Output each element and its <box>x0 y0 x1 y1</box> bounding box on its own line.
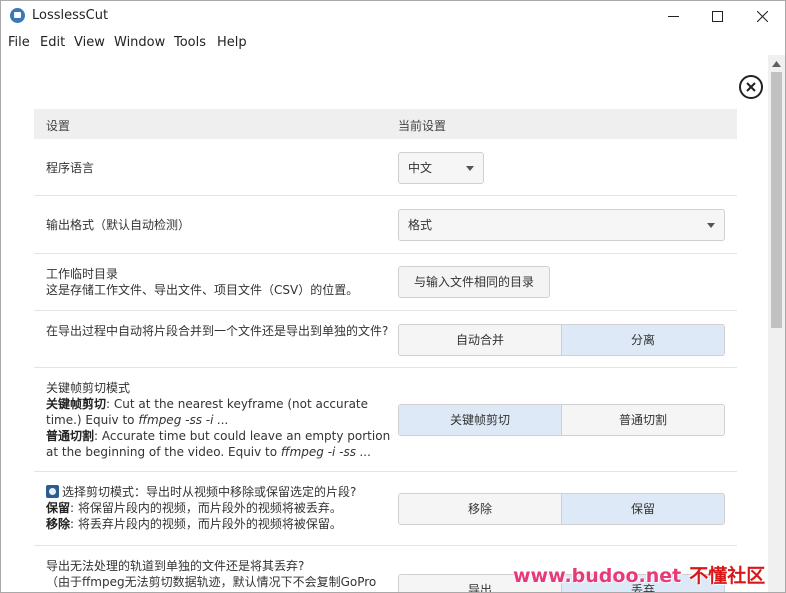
setting-label: 在导出过程中自动将片段合并到一个文件还是导出到单独的文件? <box>46 324 389 338</box>
select-value: 格式 <box>408 218 433 232</box>
app-window: LosslessCut File Edit View Window Tools … <box>0 0 786 593</box>
cut-mode-title-line: 选择剪切模式：导出时从视频中移除或保留选定的片段? <box>46 484 391 500</box>
menu-window[interactable]: Window <box>114 35 165 50</box>
watermark: www.budoo.net 不懂社区 <box>513 561 765 588</box>
close-window-button[interactable] <box>740 1 784 31</box>
select-value: 中文 <box>408 161 433 175</box>
minimize-button[interactable] <box>651 1 695 31</box>
yinyang-icon[interactable] <box>46 485 59 498</box>
working-dir-button[interactable]: 与输入文件相同的目录 <box>398 266 550 298</box>
cut-mode-option-keep[interactable]: 保留 <box>561 494 724 524</box>
tracks-desc: （由于ffmpeg无法剪切数据轨迹，默认情况下不会复制GoPro <box>46 575 377 589</box>
header-setting: 设置 <box>46 119 71 133</box>
vertical-scrollbar[interactable] <box>768 55 785 592</box>
output-format-select[interactable]: 格式 <box>398 209 725 241</box>
close-icon <box>746 82 756 92</box>
setting-row-cut-mode: 选择剪切模式：导出时从视频中移除或保留选定的片段? 保留: 将保留片段内的视频，… <box>34 472 737 546</box>
cut-mode-toggle: 移除 保留 <box>398 493 725 525</box>
menu-tools[interactable]: Tools <box>174 35 206 50</box>
setting-row-language: 程序语言 中文 <box>34 139 737 196</box>
keyframe-desc: 关键帧剪切: Cut at the nearest keyframe (not … <box>46 396 391 428</box>
merge-toggle: 自动合并 分离 <box>398 324 725 356</box>
working-dir-title: 工作临时目录 <box>46 267 119 281</box>
title-bar[interactable]: LosslessCut <box>1 1 785 31</box>
watermark-cn: 不懂社区 <box>689 565 766 587</box>
normal-term: 普通切割 <box>46 429 95 443</box>
setting-row-output-format: 输出格式（默认自动检测） 格式 <box>34 196 737 254</box>
setting-label: 输出格式（默认自动检测） <box>46 218 191 232</box>
tracks-title: 导出无法处理的轨道到单独的文件还是将其丢弃? <box>46 559 305 573</box>
setting-label: 工作临时目录 这是存储工作文件、导出文件、项目文件（CSV）的位置。 <box>46 266 391 298</box>
window-title: LosslessCut <box>32 8 109 23</box>
language-select[interactable]: 中文 <box>398 152 484 184</box>
merge-option-auto[interactable]: 自动合并 <box>399 325 561 355</box>
close-icon <box>756 10 768 22</box>
app-logo-icon <box>10 8 25 23</box>
setting-row-keyframe: 关键帧剪切模式 关键帧剪切: Cut at the nearest keyfra… <box>34 368 737 472</box>
keep-term: 保留 <box>46 501 71 515</box>
remove-term: 移除 <box>46 517 71 531</box>
keyframe-term: 关键帧剪切 <box>46 397 107 411</box>
cut-mode-title: 选择剪切模式：导出时从视频中移除或保留选定的片段? <box>62 485 357 499</box>
normal-cmd: ffmpeg -i -ss ... <box>280 445 372 459</box>
close-settings-button[interactable] <box>739 75 763 99</box>
keyframe-title: 关键帧剪切模式 <box>46 381 131 395</box>
menu-help[interactable]: Help <box>217 35 247 50</box>
table-header: 设置 当前设置 <box>34 109 737 139</box>
menu-file[interactable]: File <box>8 35 30 50</box>
watermark-url: www.budoo.net <box>513 565 682 587</box>
keyframe-cmd: ffmpeg -ss -i ... <box>138 413 229 427</box>
header-current: 当前设置 <box>398 119 447 133</box>
remove-desc: 移除: 将丢弃片段内的视频，而片段外的视频将被保留。 <box>46 516 391 532</box>
setting-label: 导出无法处理的轨道到单独的文件还是将其丢弃? （由于ffmpeg无法剪切数据轨迹… <box>46 558 391 590</box>
keyframe-option-keyframe[interactable]: 关键帧剪切 <box>399 405 561 435</box>
scroll-up-button[interactable] <box>768 55 785 72</box>
normal-desc: 普通切割: Accurate time but could leave an e… <box>46 428 391 460</box>
caret-down-icon <box>707 223 715 228</box>
menu-edit[interactable]: Edit <box>40 35 65 50</box>
keyframe-toggle: 关键帧剪切 普通切割 <box>398 404 725 436</box>
setting-label: 关键帧剪切模式 关键帧剪切: Cut at the nearest keyfra… <box>46 380 391 460</box>
merge-option-separate[interactable]: 分离 <box>561 325 724 355</box>
keep-desc: 保留: 将保留片段内的视频，而片段外的视频将被丢弃。 <box>46 500 391 516</box>
setting-row-merge: 在导出过程中自动将片段合并到一个文件还是导出到单独的文件? 自动合并 分离 <box>34 311 737 368</box>
remove-text: : 将丢弃片段内的视频，而片段外的视频将被保留。 <box>70 517 342 531</box>
maximize-button[interactable] <box>695 1 739 31</box>
working-dir-desc: 这是存储工作文件、导出文件、项目文件（CSV）的位置。 <box>46 283 359 297</box>
caret-down-icon <box>466 166 474 171</box>
keyframe-option-normal[interactable]: 普通切割 <box>561 405 724 435</box>
chevron-up-icon <box>772 60 781 67</box>
keep-text: : 将保留片段内的视频，而片段外的视频将被丢弃。 <box>70 501 342 515</box>
scroll-thumb[interactable] <box>771 72 782 328</box>
minimize-icon <box>667 15 679 17</box>
setting-label: 程序语言 <box>46 161 95 175</box>
menu-bar: File Edit View Window Tools Help <box>1 31 785 55</box>
menu-view[interactable]: View <box>74 35 105 50</box>
maximize-icon <box>711 10 723 22</box>
setting-row-working-dir: 工作临时目录 这是存储工作文件、导出文件、项目文件（CSV）的位置。 与输入文件… <box>34 254 737 311</box>
cut-mode-option-remove[interactable]: 移除 <box>399 494 561 524</box>
setting-label: 选择剪切模式：导出时从视频中移除或保留选定的片段? 保留: 将保留片段内的视频，… <box>46 484 391 532</box>
